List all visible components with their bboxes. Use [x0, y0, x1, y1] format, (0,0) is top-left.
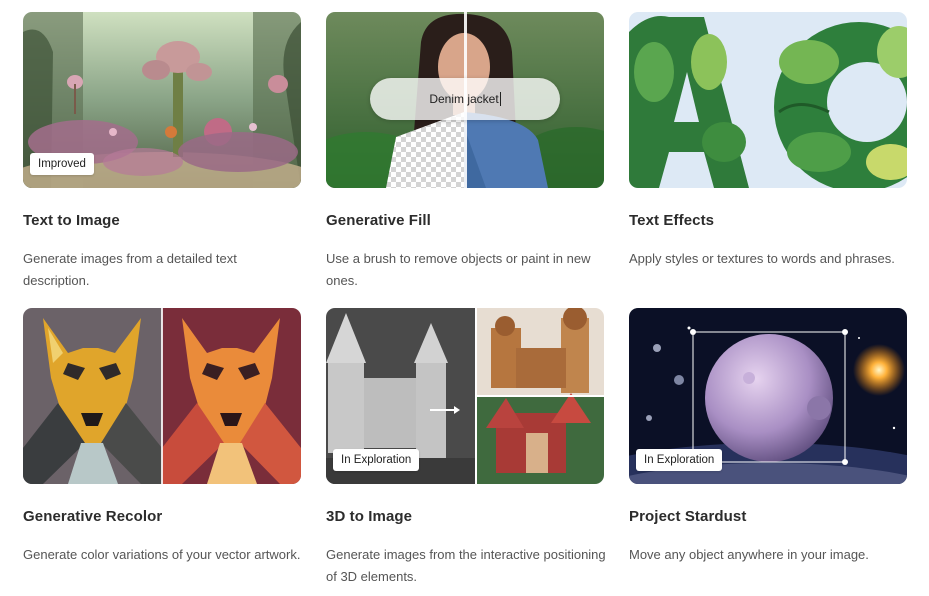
- text-to-image-thumbnail[interactable]: Improved: [23, 12, 301, 188]
- improved-badge: Improved: [30, 153, 94, 175]
- card-title[interactable]: Project Stardust: [629, 508, 746, 525]
- leafy-letters-image: [629, 12, 907, 188]
- polygon-dog-image: [23, 308, 301, 484]
- card-description: Generate color variations of your vector…: [23, 547, 301, 562]
- prompt-text: Denim jacket: [429, 92, 499, 106]
- card-description: Apply styles or textures to words and ph…: [629, 251, 895, 266]
- feature-card-text-to-image[interactable]: Improved Text to Image Generate images f…: [23, 12, 301, 288]
- card-description: Generate images from the interactive pos…: [326, 547, 606, 584]
- feature-card-text-effects[interactable]: Text Effects Apply styles or textures to…: [629, 12, 907, 266]
- card-title[interactable]: Text to Image: [23, 212, 120, 229]
- project-stardust-thumbnail[interactable]: In Exploration: [629, 308, 907, 484]
- card-description: Generate images from a detailed text des…: [23, 251, 237, 288]
- text-effects-thumbnail[interactable]: [629, 12, 907, 188]
- in-exploration-badge: In Exploration: [333, 449, 420, 471]
- card-description: Use a brush to remove objects or paint i…: [326, 251, 591, 288]
- card-title[interactable]: Generative Recolor: [23, 508, 162, 525]
- card-title[interactable]: Text Effects: [629, 212, 714, 229]
- card-title[interactable]: Generative Fill: [326, 212, 431, 229]
- feature-card-3d-to-image[interactable]: In Exploration 3D to Image Generate imag…: [326, 308, 606, 584]
- prompt-input[interactable]: Denim jacket: [370, 78, 560, 120]
- 3d-to-image-thumbnail[interactable]: In Exploration: [326, 308, 604, 484]
- generative-recolor-thumbnail[interactable]: [23, 308, 301, 484]
- feature-card-project-stardust[interactable]: In Exploration Project Stardust Move any…: [629, 308, 907, 562]
- feature-card-generative-recolor[interactable]: Generative Recolor Generate color variat…: [23, 308, 301, 562]
- in-exploration-badge: In Exploration: [636, 449, 723, 471]
- text-cursor: [499, 92, 501, 106]
- feature-card-generative-fill[interactable]: Denim jacket Generative Fill Use a brush…: [326, 12, 604, 288]
- generative-fill-thumbnail[interactable]: Denim jacket: [326, 12, 604, 188]
- card-title[interactable]: 3D to Image: [326, 508, 412, 525]
- card-description: Move any object anywhere in your image.: [629, 547, 869, 562]
